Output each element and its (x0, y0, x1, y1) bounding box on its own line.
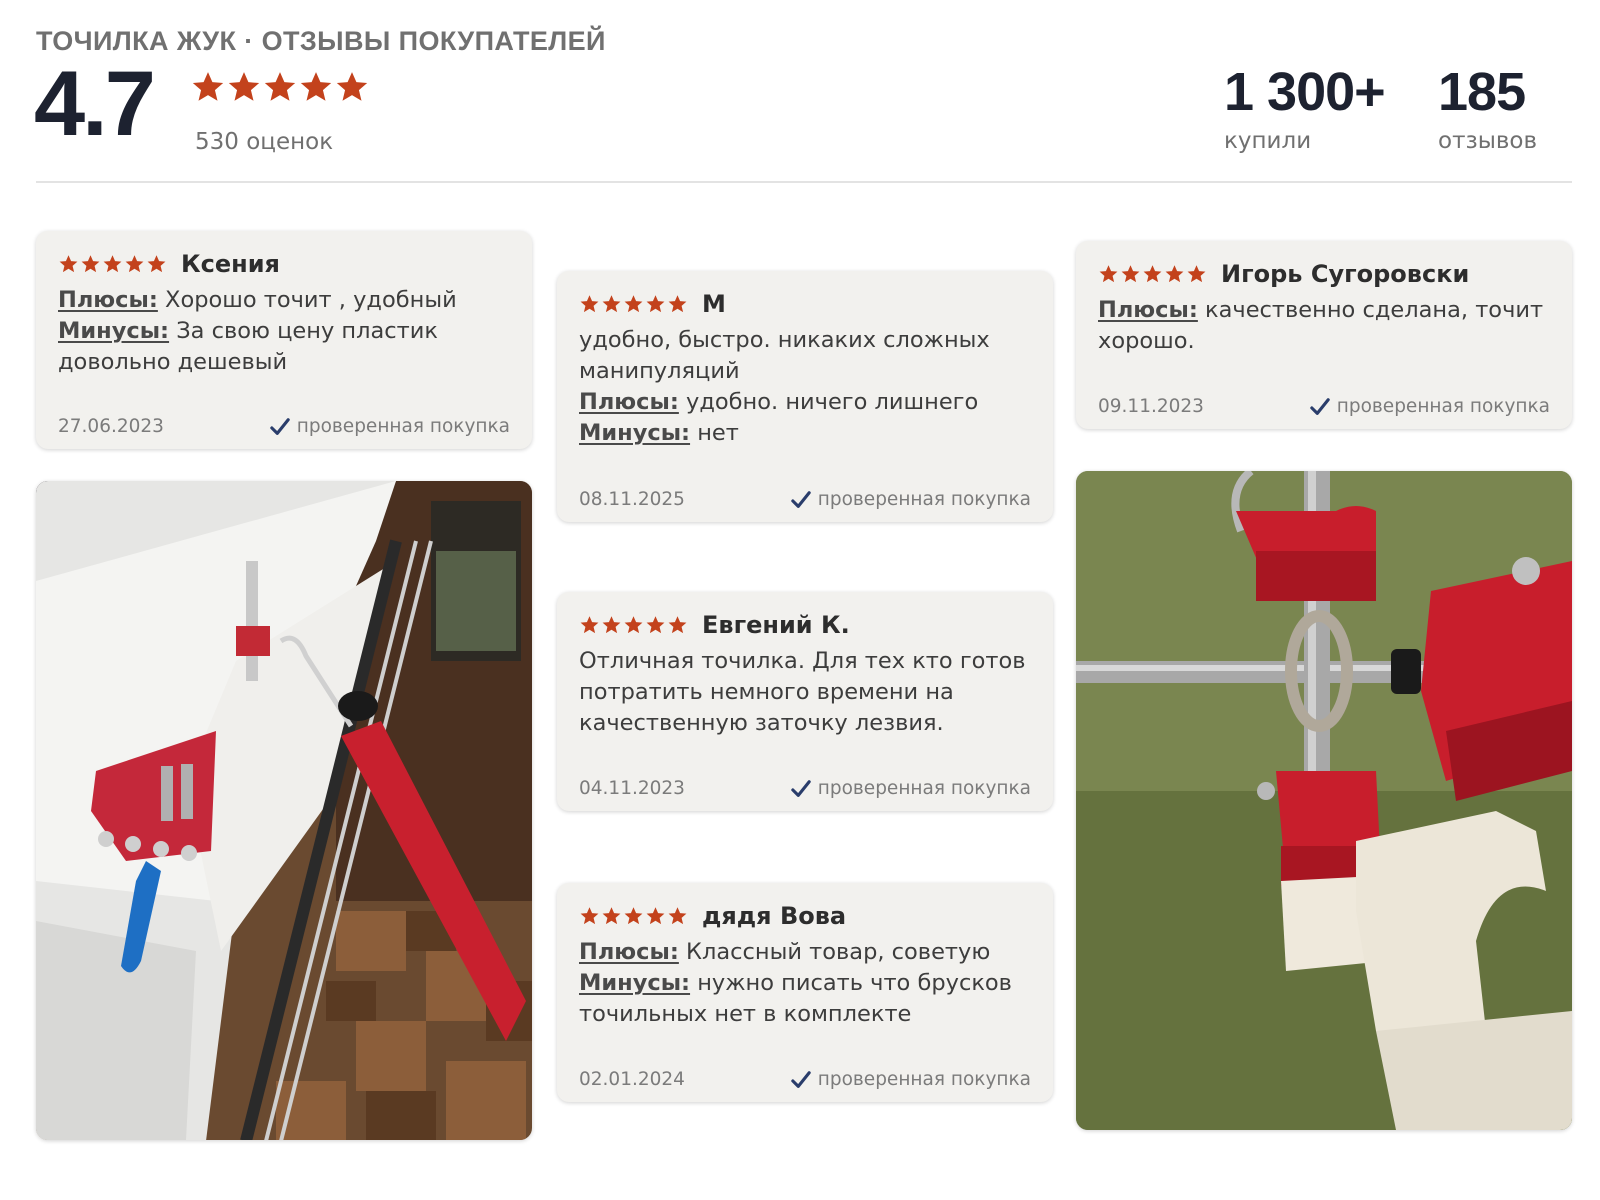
star-icon (667, 294, 688, 314)
star-icon (1164, 264, 1185, 284)
review-date: 04.11.2023 (579, 778, 685, 799)
review-stars (579, 294, 688, 314)
review-date: 09.11.2023 (1098, 396, 1204, 417)
star-icon (1120, 264, 1141, 284)
star-icon (80, 254, 101, 274)
stat-bought: 1 300+ купили (1224, 60, 1386, 154)
star-icon (601, 615, 622, 635)
review-body: Плюсы: Классный товар, советую Минусы: н… (579, 937, 1031, 1030)
star-icon (623, 615, 644, 635)
review-card[interactable]: Ксения Плюсы: Хорошо точит , удобный Мин… (36, 231, 532, 449)
review-author: Ксения (181, 250, 280, 278)
review-body: Плюсы: качественно сделана, точит хорошо… (1098, 295, 1550, 357)
review-date: 27.06.2023 (58, 416, 164, 437)
ratings-count: 530 оценок (195, 129, 334, 155)
cons-label: Минусы: (58, 318, 170, 344)
pros-label: Плюсы: (579, 939, 679, 965)
review-card[interactable]: дядя Вова Плюсы: Классный товар, советую… (557, 883, 1053, 1102)
star-icon (601, 294, 622, 314)
star-icon (226, 70, 262, 104)
star-icon (1098, 264, 1119, 284)
verified-badge: проверенная покупка (790, 778, 1031, 799)
star-icon (102, 254, 123, 274)
review-text: удобно, быстро. никаких сложных манипуля… (579, 327, 990, 384)
review-date: 02.01.2024 (579, 1069, 685, 1090)
pros-text: удобно. ничего лишнего (678, 389, 979, 415)
review-body: удобно, быстро. никаких сложных манипуля… (579, 325, 1031, 449)
star-icon (190, 70, 226, 104)
pros-label: Плюсы: (58, 287, 158, 313)
star-icon (623, 906, 644, 926)
star-icon (262, 70, 298, 104)
stat-label: отзывов (1438, 128, 1538, 154)
verified-label: проверенная покупка (1336, 396, 1550, 417)
average-score: 4.7 (34, 53, 156, 155)
checkmark-icon (790, 1070, 812, 1090)
star-icon (645, 615, 666, 635)
review-photo-sharpener-closeup[interactable] (1076, 471, 1572, 1130)
stat-label: купили (1224, 128, 1312, 154)
verified-label: проверенная покупка (817, 1069, 1031, 1090)
star-icon (579, 906, 600, 926)
star-icon (667, 615, 688, 635)
star-icon (58, 254, 79, 274)
star-icon (645, 906, 666, 926)
verified-badge: проверенная покупка (790, 1069, 1031, 1090)
verified-badge: проверенная покупка (790, 489, 1031, 510)
star-icon (334, 70, 370, 104)
average-rating-stars (190, 70, 370, 104)
review-date: 08.11.2025 (579, 489, 685, 510)
star-icon (579, 294, 600, 314)
cons-text: нет (690, 420, 739, 446)
pros-text: Хорошо точит , удобный (157, 287, 457, 313)
review-author: М (702, 290, 726, 318)
stat-value: 185 (1438, 62, 1526, 122)
stat-value: 1 300+ (1224, 62, 1386, 122)
star-icon (601, 906, 622, 926)
summary-header: ТОЧИЛКА ЖУК · ОТЗЫВЫ ПОКУПАТЕЛЕЙ 4.7 530… (34, 0, 1572, 183)
star-icon (1142, 264, 1163, 284)
stat-reviews: 185 отзывов (1438, 60, 1537, 154)
star-icon (146, 254, 167, 274)
verified-label: проверенная покупка (296, 416, 510, 437)
star-icon (298, 70, 334, 104)
review-body: Отличная точилка. Для тех кто готов потр… (579, 646, 1031, 739)
review-author: Евгений К. (702, 611, 850, 639)
review-card[interactable]: Евгений К. Отличная точилка. Для тех кто… (557, 592, 1053, 811)
verified-badge: проверенная покупка (269, 416, 510, 437)
review-stars (1098, 264, 1207, 284)
star-icon (579, 615, 600, 635)
star-icon (667, 906, 688, 926)
review-author: дядя Вова (702, 902, 847, 930)
checkmark-icon (790, 779, 812, 799)
star-icon (645, 294, 666, 314)
review-stars (579, 615, 688, 635)
star-icon (1186, 264, 1207, 284)
verified-label: проверенная покупка (817, 489, 1031, 510)
pros-text: Классный товар, советую (678, 939, 991, 965)
verified-label: проверенная покупка (817, 778, 1031, 799)
review-stars (579, 906, 688, 926)
checkmark-icon (269, 417, 291, 437)
star-icon (623, 294, 644, 314)
review-text: Отличная точилка. Для тех кто готов потр… (579, 648, 1026, 736)
review-stars (58, 254, 167, 274)
cons-label: Минусы: (579, 970, 691, 996)
star-icon (124, 254, 145, 274)
cons-label: Минусы: (579, 420, 691, 446)
review-author: Игорь Сугоровски (1221, 260, 1470, 288)
review-body: Плюсы: Хорошо точит , удобный Минусы: За… (58, 285, 510, 378)
review-card[interactable]: Игорь Сугоровски Плюсы: качественно сдел… (1076, 241, 1572, 429)
review-card[interactable]: М удобно, быстро. никаких сложных манипу… (557, 271, 1053, 522)
checkmark-icon (1309, 397, 1331, 417)
pros-label: Плюсы: (1098, 297, 1198, 323)
pros-label: Плюсы: (579, 389, 679, 415)
verified-badge: проверенная покупка (1309, 396, 1550, 417)
review-photo-sharpener-on-table[interactable] (36, 481, 532, 1140)
checkmark-icon (790, 490, 812, 510)
